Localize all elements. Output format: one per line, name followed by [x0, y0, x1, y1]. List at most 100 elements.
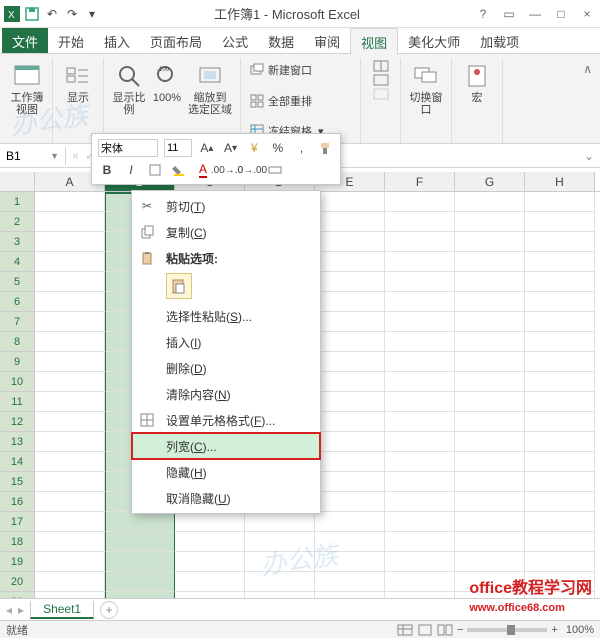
cell[interactable]	[455, 392, 525, 412]
sheet-nav-next-icon[interactable]: ▸	[18, 603, 24, 617]
zoom-100-button[interactable]: 100 100%	[148, 60, 186, 106]
cell[interactable]	[455, 452, 525, 472]
cell[interactable]	[525, 352, 595, 372]
cell[interactable]	[315, 292, 385, 312]
format-painter-icon[interactable]	[316, 139, 334, 157]
cell[interactable]	[315, 252, 385, 272]
cell[interactable]	[105, 572, 175, 592]
unhide-window-icon[interactable]	[373, 88, 389, 100]
cell[interactable]	[455, 472, 525, 492]
row-header[interactable]: 17	[0, 512, 35, 532]
row-header[interactable]: 8	[0, 332, 35, 352]
maximize-icon[interactable]: □	[552, 7, 570, 21]
cell[interactable]	[455, 352, 525, 372]
tab-formula[interactable]: 公式	[212, 28, 258, 53]
tab-view[interactable]: 视图	[350, 28, 398, 54]
cell[interactable]	[315, 572, 385, 592]
cm-insert[interactable]: 插入(I)	[132, 329, 320, 355]
zoom-level[interactable]: 100%	[566, 624, 594, 636]
cell[interactable]	[385, 572, 455, 592]
zoom-selection-button[interactable]: 缩放到 选定区域	[186, 60, 234, 118]
cell[interactable]	[35, 452, 105, 472]
cell[interactable]	[35, 352, 105, 372]
cell[interactable]	[525, 532, 595, 552]
add-sheet-button[interactable]: +	[100, 601, 118, 619]
column-header[interactable]: F	[385, 172, 455, 191]
cell[interactable]	[455, 192, 525, 212]
cell[interactable]	[385, 432, 455, 452]
zoom-out-icon[interactable]: −	[457, 624, 463, 636]
hide-window-icon[interactable]	[373, 74, 389, 86]
cell[interactable]	[385, 312, 455, 332]
cell[interactable]	[315, 412, 385, 432]
cell[interactable]	[455, 312, 525, 332]
cell[interactable]	[35, 572, 105, 592]
cell[interactable]	[525, 332, 595, 352]
cell[interactable]	[455, 212, 525, 232]
cell[interactable]	[315, 192, 385, 212]
cell[interactable]	[315, 552, 385, 572]
row-header[interactable]: 13	[0, 432, 35, 452]
show-button[interactable]: 显示	[59, 60, 97, 106]
cm-copy[interactable]: 复制(C)	[132, 219, 320, 245]
cell[interactable]	[525, 552, 595, 572]
tab-file[interactable]: 文件	[2, 28, 48, 53]
cell[interactable]	[525, 452, 595, 472]
row-header[interactable]: 19	[0, 552, 35, 572]
cell[interactable]	[525, 312, 595, 332]
accounting-format-icon[interactable]: ¥	[245, 139, 263, 157]
cell[interactable]	[385, 192, 455, 212]
cell[interactable]	[455, 412, 525, 432]
tab-layout[interactable]: 页面布局	[140, 28, 212, 53]
redo-icon[interactable]: ↷	[64, 6, 80, 22]
cm-column-width[interactable]: 列宽(C)...	[132, 433, 320, 459]
font-size-select[interactable]	[164, 139, 192, 157]
increase-decimal-icon[interactable]: .0→.00	[242, 161, 260, 179]
cell[interactable]	[455, 292, 525, 312]
cell[interactable]	[525, 392, 595, 412]
name-box[interactable]: B1 ▼	[0, 147, 66, 165]
cell[interactable]	[315, 272, 385, 292]
cm-delete[interactable]: 删除(D)	[132, 355, 320, 381]
cell[interactable]	[245, 552, 315, 572]
cell[interactable]	[525, 412, 595, 432]
row-header[interactable]: 20	[0, 572, 35, 592]
tab-review[interactable]: 审阅	[304, 28, 350, 53]
cell[interactable]	[455, 372, 525, 392]
comma-icon[interactable]: ,	[293, 139, 311, 157]
cell[interactable]	[525, 492, 595, 512]
cm-cut[interactable]: ✂剪切(T)	[132, 193, 320, 219]
decrease-decimal-icon[interactable]: .00→.0	[218, 161, 236, 179]
cell[interactable]	[525, 512, 595, 532]
italic-button[interactable]: I	[122, 161, 140, 179]
tab-insert[interactable]: 插入	[94, 28, 140, 53]
cell[interactable]	[245, 572, 315, 592]
row-header[interactable]: 3	[0, 232, 35, 252]
cell[interactable]	[35, 492, 105, 512]
cell[interactable]	[385, 552, 455, 572]
cell[interactable]	[35, 472, 105, 492]
cell[interactable]	[455, 332, 525, 352]
tab-addins[interactable]: 加载项	[470, 28, 529, 53]
cell[interactable]	[35, 412, 105, 432]
cell[interactable]	[35, 332, 105, 352]
qat-dropdown-icon[interactable]: ▾	[84, 6, 100, 22]
column-header[interactable]: G	[455, 172, 525, 191]
cell[interactable]	[315, 452, 385, 472]
cell[interactable]	[315, 312, 385, 332]
decrease-font-icon[interactable]: A▾	[222, 139, 240, 157]
undo-icon[interactable]: ↶	[44, 6, 60, 22]
row-header[interactable]: 9	[0, 352, 35, 372]
switch-window-button[interactable]: 切换窗口	[407, 60, 445, 118]
cell[interactable]	[35, 192, 105, 212]
cell[interactable]	[315, 492, 385, 512]
cell[interactable]	[455, 492, 525, 512]
cell[interactable]	[385, 472, 455, 492]
cell[interactable]	[385, 392, 455, 412]
cm-hide[interactable]: 隐藏(H)	[132, 459, 320, 485]
font-select[interactable]	[98, 139, 158, 157]
cell[interactable]	[525, 292, 595, 312]
tab-beautify[interactable]: 美化大师	[398, 28, 470, 53]
sheet-nav-prev-icon[interactable]: ◂	[6, 603, 12, 617]
cell[interactable]	[385, 252, 455, 272]
